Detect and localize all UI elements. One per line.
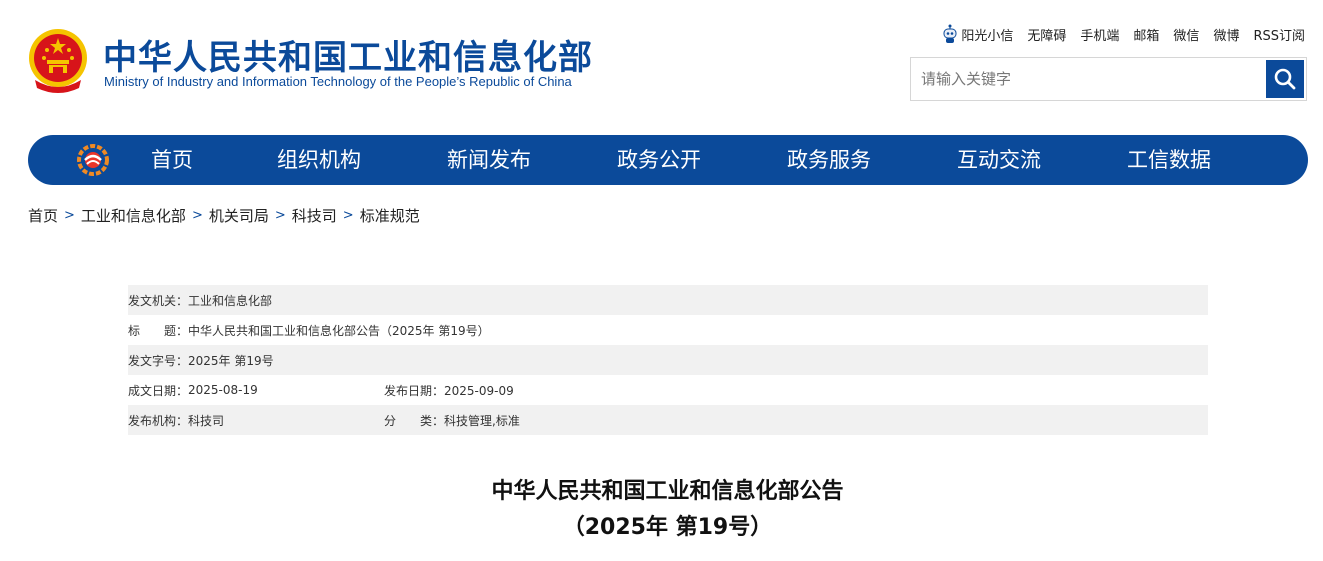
doc-no-label: 发文字号：: [128, 353, 189, 368]
search-input[interactable]: [911, 58, 1266, 100]
link-wechat[interactable]: 微信: [1173, 25, 1199, 44]
breadcrumb: 首页 > 工业和信息化部 > 机关司局 > 科技司 > 标准规范: [28, 205, 420, 226]
robot-icon: [943, 24, 957, 43]
nav-interaction[interactable]: 互动交流: [957, 135, 1041, 185]
org-label: 发布机构：: [128, 413, 189, 428]
link-mobile[interactable]: 手机端: [1080, 25, 1119, 44]
meta-row-org: 发布机构： 科技司 分 类：科技管理,标准: [128, 405, 1208, 435]
article-subtitle: （2025年 第19号）: [562, 515, 773, 540]
nav-home[interactable]: 首页: [151, 135, 193, 185]
written-date-value: 2025-08-19: [188, 383, 258, 397]
breadcrumb-separator: >: [342, 208, 354, 223]
category-label: 分 类：: [384, 413, 445, 428]
ministry-logo-icon[interactable]: [76, 143, 110, 177]
search-icon: [1274, 68, 1296, 90]
meta-row-doc-no: 发文字号： 2025年 第19号: [128, 345, 1208, 375]
link-accessibility[interactable]: 无障碍: [1027, 25, 1066, 44]
document-metadata: 发文机关： 工业和信息化部 标 题： 中华人民共和国工业和信息化部公告（2025年 …: [128, 285, 1208, 435]
breadcrumb-departments[interactable]: 机关司局: [209, 205, 269, 226]
national-emblem-icon: [27, 28, 89, 94]
title-label: 标 题：: [128, 323, 189, 338]
org-value: 科技司: [188, 413, 225, 428]
link-sunshine[interactable]: 阳光小信: [961, 25, 1013, 44]
published-date-value: 2025-09-09: [444, 383, 514, 398]
nav-news[interactable]: 新闻发布: [447, 135, 531, 185]
title-value: 中华人民共和国工业和信息化部公告（2025年 第19号）: [188, 323, 490, 338]
link-rss[interactable]: RSS订阅: [1253, 25, 1305, 44]
top-links: 阳光小信 无障碍 手机端 邮箱 微信 微博 RSS订阅: [943, 24, 1305, 44]
search-button[interactable]: [1266, 60, 1304, 98]
nav-data[interactable]: 工信数据: [1127, 135, 1211, 185]
breadcrumb-separator: >: [274, 208, 286, 223]
link-mail[interactable]: 邮箱: [1133, 25, 1159, 44]
breadcrumb-sci-tech[interactable]: 科技司: [292, 205, 337, 226]
nav-gov-services[interactable]: 政务服务: [787, 135, 871, 185]
meta-row-title: 标 题： 中华人民共和国工业和信息化部公告（2025年 第19号）: [128, 315, 1208, 345]
category-value: 科技管理,标准: [444, 413, 520, 428]
doc-no-value: 2025年 第19号: [188, 353, 274, 368]
link-weibo[interactable]: 微博: [1213, 25, 1239, 44]
meta-row-dates: 成文日期： 2025-08-19 发布日期：2025-09-09: [128, 375, 1208, 405]
breadcrumb-separator: >: [64, 208, 75, 223]
breadcrumb-ministry[interactable]: 工业和信息化部: [81, 205, 186, 226]
breadcrumb-separator: >: [191, 208, 203, 223]
search-box: [910, 57, 1307, 101]
site-subtitle[interactable]: Ministry of Industry and Information Tec…: [104, 74, 572, 89]
breadcrumb-home[interactable]: 首页: [28, 205, 58, 226]
published-date-label: 发布日期：: [384, 383, 445, 398]
article-title: 中华人民共和国工业和信息化部公告: [491, 479, 844, 504]
issuer-label: 发文机关：: [128, 293, 189, 308]
main-nav: 首页 组织机构 新闻发布 政务公开 政务服务 互动交流 工信数据: [28, 135, 1308, 185]
written-date-label: 成文日期：: [128, 383, 189, 398]
breadcrumb-standards[interactable]: 标准规范: [360, 205, 420, 226]
site-title[interactable]: 中华人民共和国工业和信息化部: [103, 30, 593, 79]
issuer-value: 工业和信息化部: [188, 293, 273, 308]
nav-organization[interactable]: 组织机构: [277, 135, 361, 185]
nav-gov-affairs[interactable]: 政务公开: [617, 135, 701, 185]
meta-row-issuer: 发文机关： 工业和信息化部: [128, 285, 1208, 315]
